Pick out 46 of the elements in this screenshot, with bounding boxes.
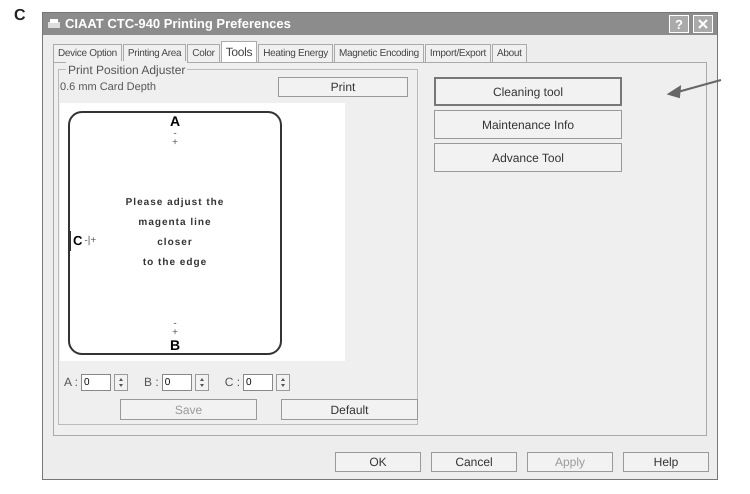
figure-label: C: [14, 6, 26, 26]
window-title: CIAAT CTC-940 Printing Preferences: [65, 15, 292, 34]
spinner-label: A :: [64, 374, 78, 391]
adjust-mark: +: [172, 138, 178, 147]
tab[interactable]: Device Option: [53, 44, 122, 62]
dialog-button[interactable]: Print: [278, 77, 408, 97]
tab[interactable]: Printing Area: [122, 44, 186, 62]
dialog-button[interactable]: Help: [623, 452, 709, 472]
dialog-button[interactable]: Maintenance Info: [434, 110, 622, 139]
tab[interactable]: Tools: [220, 41, 258, 62]
number-field[interactable]: 0: [243, 374, 274, 390]
edge-label: A: [170, 113, 180, 129]
dialog-button[interactable]: OK: [335, 452, 421, 472]
dialog-button[interactable]: Cancel: [431, 452, 517, 472]
edge-label: B: [170, 337, 180, 353]
spinner-label: C :: [224, 374, 240, 391]
dialog-button[interactable]: Advance Tool: [434, 143, 622, 172]
spin-button[interactable]: [276, 374, 290, 390]
adjust-mark: -: [173, 129, 177, 138]
spinner-label: B :: [144, 374, 159, 391]
instruction-text: closer: [157, 236, 193, 250]
tab[interactable]: About: [492, 44, 527, 62]
group-title: Print Position Adjuster: [66, 61, 188, 79]
depth-label: 0.6 mm Card Depth: [60, 80, 156, 95]
tab[interactable]: Magnetic Encoding: [334, 44, 424, 62]
instruction-text: Please adjust the: [126, 196, 224, 210]
adjust-mark: -|+: [84, 234, 96, 248]
edge-label: C: [70, 231, 82, 250]
dialog-button[interactable]: Default: [281, 399, 418, 420]
spin-button[interactable]: [114, 374, 128, 390]
up-down-icon: [198, 376, 205, 388]
tab[interactable]: Import/Export: [424, 44, 492, 62]
up-down-icon: [118, 376, 124, 388]
adjust-mark: -: [173, 319, 177, 328]
number-field[interactable]: 0: [162, 374, 192, 390]
spin-button[interactable]: [194, 374, 209, 390]
close-icon: [698, 19, 708, 29]
tab[interactable]: Color: [187, 44, 220, 62]
instruction-text: to the edge: [142, 256, 208, 270]
tab[interactable]: Heating Energy: [258, 44, 333, 62]
instruction-text: magenta line: [138, 216, 212, 230]
adjust-mark: +: [172, 328, 178, 337]
number-field[interactable]: 0: [81, 374, 112, 390]
up-down-icon: [280, 376, 286, 388]
dialog-button[interactable]: Cleaning tool: [434, 77, 622, 106]
printer-icon: [47, 18, 61, 30]
